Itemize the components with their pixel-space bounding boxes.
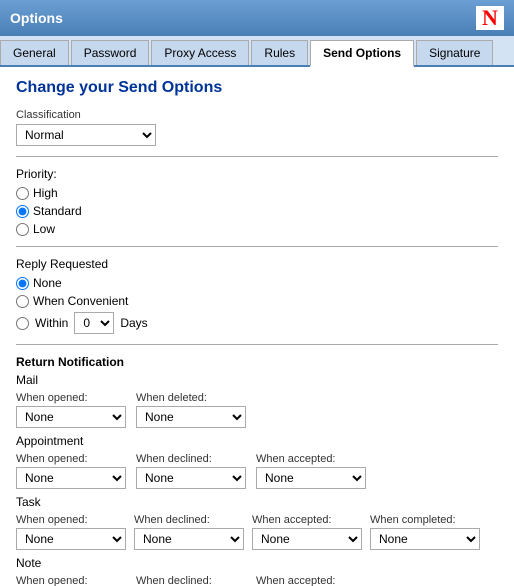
mail-when-deleted-label: When deleted:: [136, 392, 246, 404]
priority-low-label: Low: [33, 222, 55, 236]
divider-2: [16, 246, 498, 247]
priority-low-radio[interactable]: [16, 223, 29, 236]
reply-within-days-select[interactable]: 0 1 2 3 7: [74, 312, 114, 334]
priority-high-radio[interactable]: [16, 187, 29, 200]
reply-requested-group: None When Convenient Within 0 1 2 3 7 Da…: [16, 276, 498, 334]
task-when-completed-select[interactable]: None Notify Me: [370, 528, 480, 550]
task-when-completed-label: When completed:: [370, 514, 480, 526]
tab-signature[interactable]: Signature: [416, 40, 493, 65]
appointment-label: Appointment: [16, 434, 498, 448]
tab-general[interactable]: General: [0, 40, 69, 65]
appt-when-opened-col: When opened: None Notify Me: [16, 453, 126, 489]
reply-convenient-radio[interactable]: [16, 295, 29, 308]
priority-high-label: High: [33, 186, 58, 200]
reply-none-radio[interactable]: [16, 277, 29, 290]
tab-bar: General Password Proxy Access Rules Send…: [0, 36, 514, 67]
mail-label: Mail: [16, 373, 498, 387]
reply-none-label: None: [33, 276, 62, 290]
task-when-declined-label: When declined:: [134, 514, 244, 526]
tab-send-options[interactable]: Send Options: [310, 40, 414, 67]
task-when-accepted-label: When accepted:: [252, 514, 362, 526]
task-when-accepted-col: When accepted: None Notify Me: [252, 514, 362, 550]
reply-within-label: Within: [35, 316, 68, 330]
divider-3: [16, 344, 498, 345]
appt-when-declined-label: When declined:: [136, 453, 246, 465]
appt-when-opened-select[interactable]: None Notify Me: [16, 467, 126, 489]
task-when-opened-col: When opened: None Notify Me: [16, 514, 126, 550]
mail-when-opened-col: When opened: None Notify Me: [16, 392, 126, 428]
return-notification-title: Return Notification: [16, 355, 498, 369]
tab-proxy-access[interactable]: Proxy Access: [151, 40, 249, 65]
title-bar: Options N: [0, 0, 514, 36]
task-row: When opened: None Notify Me When decline…: [16, 514, 498, 550]
task-when-accepted-select[interactable]: None Notify Me: [252, 528, 362, 550]
task-when-declined-select[interactable]: None Notify Me: [134, 528, 244, 550]
reply-convenient-item: When Convenient: [16, 294, 498, 308]
appt-when-accepted-col: When accepted: None Notify Me: [256, 453, 366, 489]
priority-standard-radio[interactable]: [16, 205, 29, 218]
mail-when-deleted-select[interactable]: None Notify Me: [136, 406, 246, 428]
classification-select[interactable]: Normal Confidential Secret: [16, 124, 156, 146]
window-title: Options: [10, 10, 63, 26]
mail-row: When opened: None Notify Me When deleted…: [16, 392, 498, 428]
priority-high-item: High: [16, 186, 498, 200]
task-when-declined-col: When declined: None Notify Me: [134, 514, 244, 550]
classification-label: Classification: [16, 109, 498, 121]
appt-when-accepted-label: When accepted:: [256, 453, 366, 465]
appt-when-declined-col: When declined: None Notify Me: [136, 453, 246, 489]
appt-when-declined-select[interactable]: None Notify Me: [136, 467, 246, 489]
priority-standard-item: Standard: [16, 204, 498, 218]
mail-when-deleted-col: When deleted: None Notify Me: [136, 392, 246, 428]
mail-when-opened-select[interactable]: None Notify Me: [16, 406, 126, 428]
priority-label: Priority:: [16, 167, 498, 181]
reply-within-item: Within 0 1 2 3 7 Days: [16, 312, 498, 334]
note-label: Note: [16, 556, 498, 570]
priority-group: High Standard Low: [16, 186, 498, 236]
reply-requested-label: Reply Requested: [16, 257, 498, 271]
appointment-row: When opened: None Notify Me When decline…: [16, 453, 498, 489]
appt-when-accepted-select[interactable]: None Notify Me: [256, 467, 366, 489]
mail-when-opened-label: When opened:: [16, 392, 126, 404]
reply-within-radio[interactable]: [16, 317, 29, 330]
tab-rules[interactable]: Rules: [251, 40, 308, 65]
tab-password[interactable]: Password: [71, 40, 150, 65]
divider-1: [16, 156, 498, 157]
task-label: Task: [16, 495, 498, 509]
task-when-opened-select[interactable]: None Notify Me: [16, 528, 126, 550]
page-title: Change your Send Options: [16, 79, 498, 97]
task-when-completed-col: When completed: None Notify Me: [370, 514, 480, 550]
app-logo: N: [476, 6, 504, 30]
reply-convenient-label: When Convenient: [33, 294, 128, 308]
days-label: Days: [120, 316, 147, 330]
priority-standard-label: Standard: [33, 204, 82, 218]
task-when-opened-label: When opened:: [16, 514, 126, 526]
main-content: Change your Send Options Classification …: [0, 67, 514, 586]
reply-none-item: None: [16, 276, 498, 290]
appt-when-opened-label: When opened:: [16, 453, 126, 465]
priority-low-item: Low: [16, 222, 498, 236]
